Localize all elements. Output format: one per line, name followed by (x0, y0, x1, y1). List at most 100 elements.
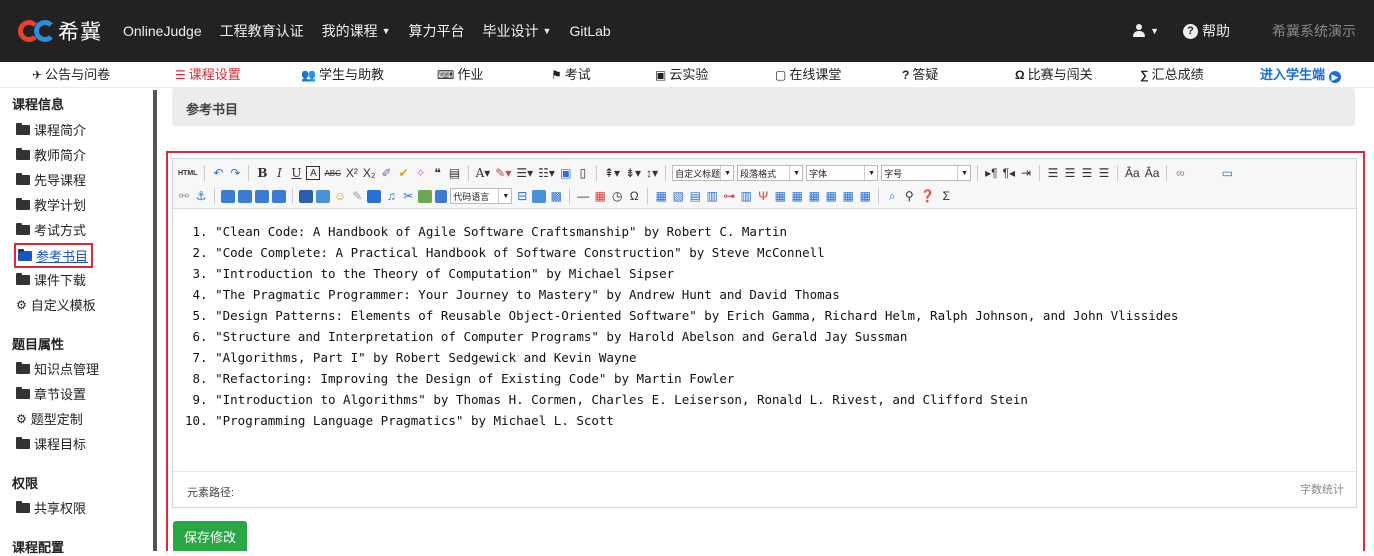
attachment-icon[interactable]: ✂ (401, 187, 415, 205)
sidebar-item-teacher-intro[interactable]: 教师简介 (16, 145, 86, 164)
paragraph-format-select[interactable]: 段落格式 ▼ (737, 165, 804, 181)
sidebar-item-knowledge-points[interactable]: 知识点管理 (16, 359, 99, 378)
format-match-icon[interactable]: ✐ (380, 164, 394, 182)
horizontal-rule-icon[interactable]: — (576, 187, 590, 205)
nav-engineering-cert[interactable]: 工程教育认证 (211, 0, 313, 62)
fullscreen-icon[interactable]: ▭ (1220, 164, 1234, 182)
sidebar-item-references[interactable]: 参考书目 (14, 243, 94, 268)
undo-icon[interactable]: ↶ (211, 164, 225, 182)
nav-onlinejudge[interactable]: OnlineJudge (114, 0, 211, 62)
subscript-icon[interactable]: X₂ (362, 164, 377, 182)
emotion-icon[interactable]: ☺ (333, 187, 347, 205)
simple-upload-icon[interactable] (299, 189, 313, 203)
sidebar-item-teaching-plan[interactable]: 教学计划 (16, 195, 86, 214)
uppercase-icon[interactable]: Âa (1124, 164, 1141, 182)
tab-qa[interactable]: ? 答疑 (902, 62, 938, 88)
merge-cells-icon[interactable]: ▦ (773, 187, 787, 205)
special-chars-icon[interactable]: Ω (627, 187, 641, 205)
align-left-icon[interactable]: ☰ (1046, 164, 1060, 182)
split-cols-icon[interactable]: ▦ (858, 187, 872, 205)
insert-table-icon[interactable]: ▦ (654, 187, 668, 205)
nav-my-courses[interactable]: 我的课程 ▼ (313, 0, 400, 62)
date-icon[interactable]: ▦ (593, 187, 607, 205)
merge-right-icon[interactable]: ▦ (790, 187, 804, 205)
underline-icon[interactable]: U (289, 164, 303, 182)
sidebar-item-chapters[interactable]: 章节设置 (16, 384, 86, 403)
insert-frame-icon[interactable] (435, 189, 448, 203)
insert-video-icon[interactable] (367, 189, 382, 203)
tab-contest[interactable]: Ω 比赛与闯关 (1015, 62, 1093, 88)
image-right-icon[interactable] (238, 189, 252, 203)
insert-paragraph-before-table-icon[interactable]: ▤ (688, 187, 702, 205)
delete-col-icon[interactable]: Ψ (756, 187, 770, 205)
blockquote-icon[interactable]: ❝ (431, 164, 445, 182)
tab-homework[interactable]: ⌨ 作业 (437, 62, 483, 88)
formula-icon[interactable]: Σ (939, 187, 953, 205)
split-rows-icon[interactable]: ▦ (841, 187, 855, 205)
strikethrough-icon[interactable]: ABC (323, 164, 341, 182)
align-justify-icon[interactable]: ☰ (1097, 164, 1111, 182)
template-icon[interactable]: ▩ (549, 187, 563, 205)
background-icon[interactable] (532, 189, 547, 203)
font-family-select[interactable]: 字体 ▼ (806, 165, 879, 181)
rtl-icon[interactable]: ¶◂ (1002, 164, 1016, 182)
anchor-icon[interactable]: ⚓ (194, 187, 208, 205)
clear-doc-icon[interactable]: ▯ (576, 164, 590, 182)
row-spacing-bottom-icon[interactable]: ⇟▾ (624, 164, 642, 182)
nav-graduation-design[interactable]: 毕业设计 ▼ (474, 0, 561, 62)
help-link[interactable]: ? 帮助 (1171, 0, 1242, 62)
auto-format-icon[interactable]: ✔ (397, 164, 411, 182)
select-all-icon[interactable]: ▣ (559, 164, 573, 182)
insert-col-icon[interactable]: ▥ (739, 187, 753, 205)
tab-students[interactable]: 👥 学生与助教 (301, 62, 384, 88)
map-icon[interactable] (418, 189, 433, 203)
search-replace-icon[interactable]: ⚲ (902, 187, 916, 205)
superscript-icon[interactable]: X² (345, 164, 359, 182)
tab-course-settings[interactable]: ☰ 课程设置 (175, 62, 241, 88)
tab-online-class[interactable]: ▢ 在线课堂 (775, 62, 841, 88)
tab-grades[interactable]: ∑ 汇总成绩 (1140, 62, 1204, 88)
user-menu[interactable]: ▼ (1120, 0, 1171, 62)
paste-plain-icon[interactable]: ▤ (448, 164, 462, 182)
editor-content[interactable]: 1. "Clean Code: A Handbook of Agile Soft… (173, 211, 1356, 459)
preview-icon[interactable]: ⌕ (885, 187, 899, 205)
system-demo-label[interactable]: 希冀系统演示 (1242, 21, 1374, 41)
image-none-icon[interactable] (255, 189, 269, 203)
line-height-icon[interactable]: ↕▾ (645, 164, 659, 182)
italic-icon[interactable]: I (272, 164, 286, 182)
nav-compute-platform[interactable]: 算力平台 (400, 0, 474, 62)
image-center-icon[interactable] (272, 189, 286, 203)
redo-icon[interactable]: ↷ (228, 164, 242, 182)
code-language-select[interactable]: 代码语言 ▼ (450, 188, 513, 204)
unlink-icon[interactable]: ⚯ (177, 187, 191, 205)
merge-down-icon[interactable]: ▦ (807, 187, 821, 205)
align-right-icon[interactable]: ☰ (1080, 164, 1094, 182)
logo[interactable]: 希冀 (18, 16, 102, 46)
image-left-icon[interactable] (221, 189, 235, 203)
tab-announcements[interactable]: ✈ 公告与问卷 (32, 62, 110, 88)
sidebar-item-courseware[interactable]: 课件下载 (16, 270, 86, 289)
align-center-icon[interactable]: ☰ (1063, 164, 1077, 182)
sidebar-item-prerequisites[interactable]: 先导课程 (16, 170, 86, 189)
row-spacing-top-icon[interactable]: ⇞▾ (603, 164, 621, 182)
lowercase-icon[interactable]: Âa (1144, 164, 1161, 182)
delete-row-icon[interactable]: ⊶ (722, 187, 736, 205)
help-icon[interactable]: ❓ (919, 187, 936, 205)
sidebar-item-custom-template[interactable]: ⚙ 自定义模板 (16, 295, 96, 314)
clear-format-icon[interactable]: ✧ (414, 164, 428, 182)
unordered-list-icon[interactable]: ☷▾ (537, 164, 556, 182)
tab-cloud-lab[interactable]: ▣ 云实验 (655, 62, 708, 88)
custom-heading-select[interactable]: 自定义标题 ▼ (672, 165, 735, 181)
time-icon[interactable]: ◷ (610, 187, 624, 205)
bold-icon[interactable]: B (255, 164, 269, 182)
split-cells-icon[interactable]: ▦ (824, 187, 838, 205)
ordered-list-icon[interactable]: ☰▾ (515, 164, 534, 182)
font-border-icon[interactable]: A (306, 166, 321, 180)
html-source-icon[interactable]: HTML (177, 164, 198, 182)
ltr-icon[interactable]: ▸¶ (984, 164, 998, 182)
enter-student-view-link[interactable]: 进入学生端 ▶ (1260, 62, 1342, 88)
tab-exam[interactable]: ⚑ 考试 (551, 62, 591, 88)
scrawl-icon[interactable]: ✎ (350, 187, 364, 205)
page-break-icon[interactable]: ⊟ (515, 187, 529, 205)
delete-table-icon[interactable]: ▧ (671, 187, 685, 205)
